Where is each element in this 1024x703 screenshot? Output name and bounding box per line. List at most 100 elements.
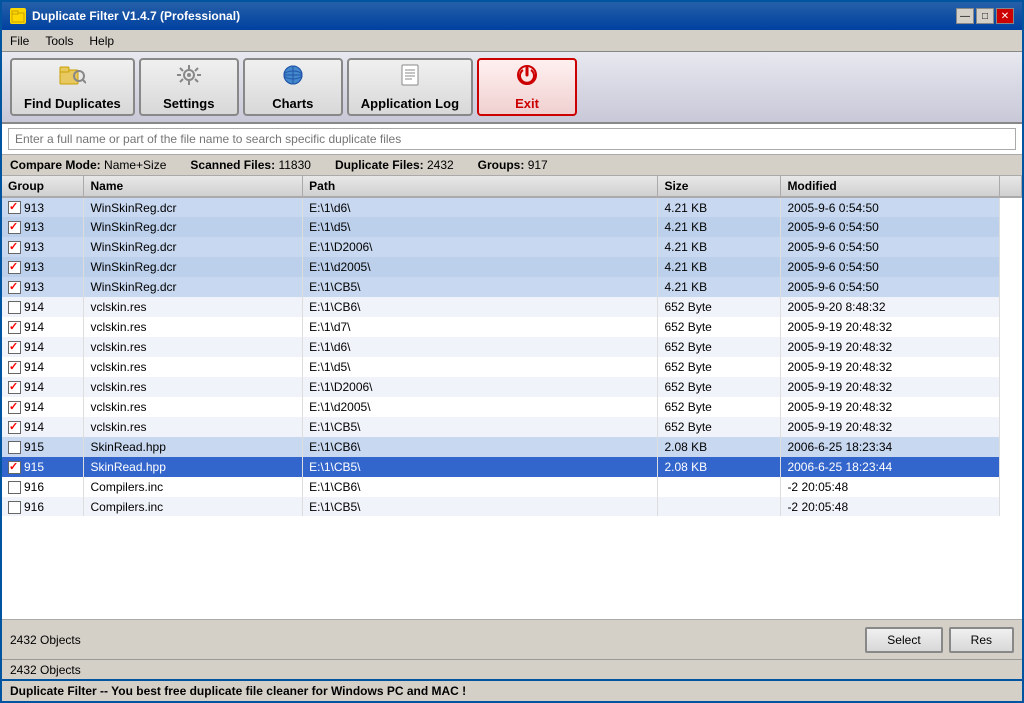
cell-path: E:\1\D2006\ [303,237,658,257]
cell-modified: 2006-6-25 18:23:44 [781,457,1000,477]
cell-name: Compilers.inc [84,497,303,516]
cell-size: 652 Byte [658,297,781,317]
settings-button[interactable]: Settings [139,58,239,116]
bottom-action-bar: 2432 Objects Select Res [2,619,1022,659]
cell-size: 4.21 KB [658,257,781,277]
menu-tools[interactable]: Tools [45,34,73,48]
footer-text: Duplicate Filter -- You best free duplic… [10,684,466,698]
application-log-button[interactable]: Application Log [347,58,473,116]
row-checkbox[interactable] [8,341,21,354]
col-size[interactable]: Size [658,176,781,197]
table-row[interactable]: 914vclskin.resE:\1\CB5\652 Byte2005-9-19… [2,417,1022,437]
table-row[interactable]: 913WinSkinReg.dcrE:\1\CB5\4.21 KB2005-9-… [2,277,1022,297]
cell-group: 915 [2,437,84,457]
row-checkbox[interactable] [8,421,21,434]
charts-button[interactable]: Charts [243,58,343,116]
cell-path: E:\1\CB5\ [303,277,658,297]
cell-path: E:\1\d2005\ [303,397,658,417]
stats-bar: Compare Mode: Name+Size Scanned Files: 1… [2,155,1022,176]
reset-button[interactable]: Res [949,627,1014,653]
row-checkbox[interactable] [8,441,21,454]
cell-name: WinSkinReg.dcr [84,197,303,217]
cell-group: 914 [2,357,84,377]
maximize-button[interactable]: □ [976,8,994,24]
cell-path: E:\1\CB5\ [303,417,658,437]
scanned-files-stat: Scanned Files: 11830 [190,158,311,172]
cell-name: Compilers.inc [84,477,303,497]
cell-group: 916 [2,477,84,497]
file-table: Group Name Path Size Modified 913WinSkin… [2,176,1022,516]
cell-path: E:\1\CB6\ [303,477,658,497]
table-row[interactable]: 913WinSkinReg.dcrE:\1\d6\4.21 KB2005-9-6… [2,197,1022,217]
cell-group: 914 [2,397,84,417]
cell-group: 916 [2,497,84,516]
cell-group: 914 [2,297,84,317]
table-row[interactable]: 915SkinRead.hppE:\1\CB6\2.08 KB2006-6-25… [2,437,1022,457]
row-checkbox[interactable] [8,501,21,514]
cell-name: vclskin.res [84,317,303,337]
close-button[interactable]: ✕ [996,8,1014,24]
col-modified[interactable]: Modified [781,176,1000,197]
table-row[interactable]: 914vclskin.resE:\1\d6\652 Byte2005-9-19 … [2,337,1022,357]
find-duplicates-label: Find Duplicates [24,96,121,111]
cell-name: SkinRead.hpp [84,437,303,457]
table-row[interactable]: 914vclskin.resE:\1\d5\652 Byte2005-9-19 … [2,357,1022,377]
row-checkbox[interactable] [8,221,21,234]
row-checkbox[interactable] [8,381,21,394]
cell-group: 915 [2,457,84,477]
table-row[interactable]: 913WinSkinReg.dcrE:\1\d2005\4.21 KB2005-… [2,257,1022,277]
settings-label: Settings [163,96,214,111]
table-row[interactable]: 914vclskin.resE:\1\d2005\652 Byte2005-9-… [2,397,1022,417]
row-checkbox[interactable] [8,301,21,314]
cell-name: WinSkinReg.dcr [84,217,303,237]
settings-icon [176,64,202,92]
search-input[interactable] [8,128,1016,150]
table-row[interactable]: 914vclskin.resE:\1\CB6\652 Byte2005-9-20… [2,297,1022,317]
cell-name: vclskin.res [84,337,303,357]
menu-help[interactable]: Help [89,34,114,48]
cell-size: 2.08 KB [658,437,781,457]
row-checkbox[interactable] [8,481,21,494]
cell-group: 913 [2,237,84,257]
row-checkbox[interactable] [8,261,21,274]
select-button[interactable]: Select [865,627,942,653]
cell-name: WinSkinReg.dcr [84,237,303,257]
find-duplicates-button[interactable]: Find Duplicates [10,58,135,116]
row-checkbox[interactable] [8,401,21,414]
col-group[interactable]: Group [2,176,84,197]
table-row[interactable]: 915SkinRead.hppE:\1\CB5\2.08 KB2006-6-25… [2,457,1022,477]
cell-name: vclskin.res [84,357,303,377]
row-checkbox[interactable] [8,201,21,214]
table-body: 913WinSkinReg.dcrE:\1\d6\4.21 KB2005-9-6… [2,197,1022,516]
col-path[interactable]: Path [303,176,658,197]
table-header-row: Group Name Path Size Modified [2,176,1022,197]
cell-name: WinSkinReg.dcr [84,277,303,297]
row-checkbox[interactable] [8,321,21,334]
table-row[interactable]: 913WinSkinReg.dcrE:\1\d5\4.21 KB2005-9-6… [2,217,1022,237]
cell-size: 4.21 KB [658,197,781,217]
cell-path: E:\1\d6\ [303,197,658,217]
exit-button[interactable]: Exit [477,58,577,116]
col-name[interactable]: Name [84,176,303,197]
row-checkbox[interactable] [8,461,21,474]
cell-name: vclskin.res [84,297,303,317]
menu-file[interactable]: File [10,34,29,48]
exit-label: Exit [515,96,539,111]
row-checkbox[interactable] [8,361,21,374]
table-row[interactable]: 913WinSkinReg.dcrE:\1\D2006\4.21 KB2005-… [2,237,1022,257]
row-checkbox[interactable] [8,281,21,294]
charts-icon [280,64,306,92]
cell-group: 914 [2,377,84,397]
cell-group: 914 [2,337,84,357]
title-bar: Duplicate Filter V1.4.7 (Professional) —… [2,2,1022,30]
table-row[interactable]: 914vclskin.resE:\1\d7\652 Byte2005-9-19 … [2,317,1022,337]
table-row[interactable]: 916Compilers.incE:\1\CB6\-2 20:05:48 [2,477,1022,497]
application-log-icon [399,64,421,92]
cell-group: 914 [2,317,84,337]
table-wrapper[interactable]: Group Name Path Size Modified 913WinSkin… [2,176,1022,516]
table-row[interactable]: 914vclskin.resE:\1\D2006\652 Byte2005-9-… [2,377,1022,397]
cell-size: 652 Byte [658,397,781,417]
row-checkbox[interactable] [8,241,21,254]
table-row[interactable]: 916Compilers.incE:\1\CB5\-2 20:05:48 [2,497,1022,516]
minimize-button[interactable]: — [956,8,974,24]
